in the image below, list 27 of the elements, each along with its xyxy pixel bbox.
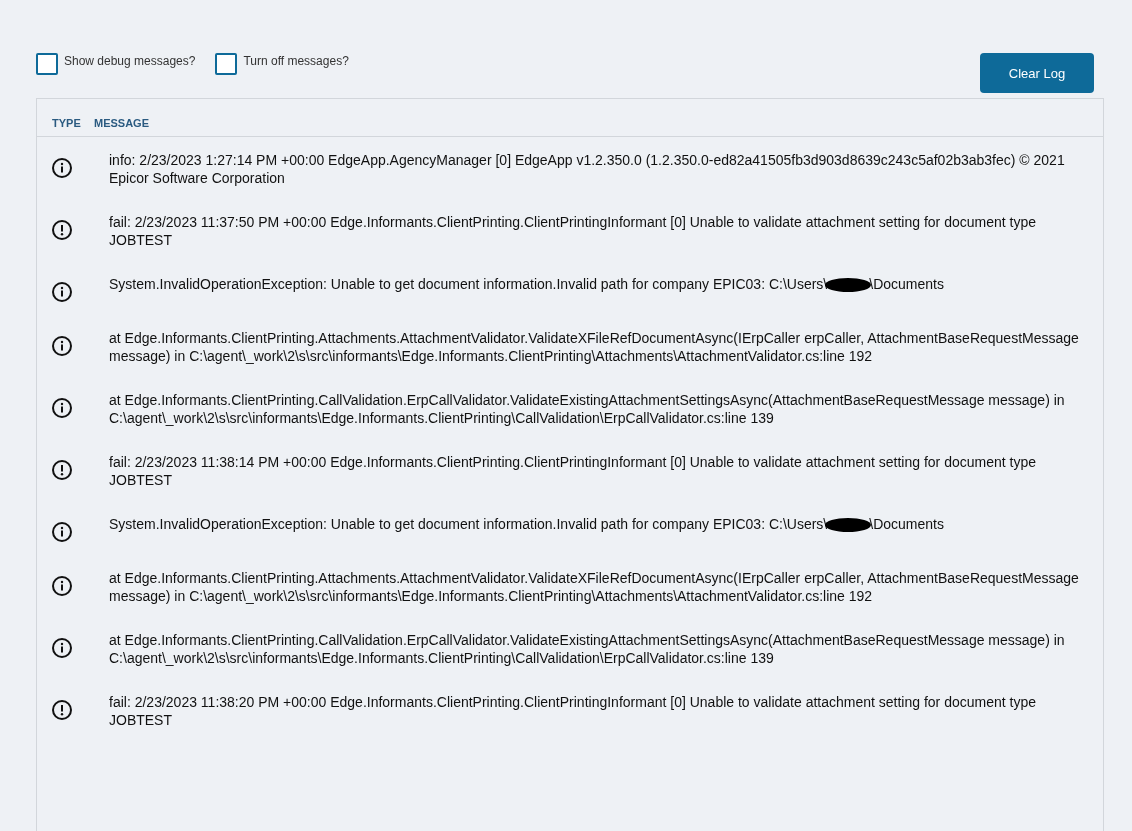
log-message: fail: 2/23/2023 11:37:50 PM +00:00 Edge.Informants.ClientPrinting.ClientPrintingInformant [0] Unable to validate attachment setting for document type JOBTEST	[109, 213, 1037, 249]
log-message: at Edge.Informants.ClientPrinting.CallValidation.ErpCallValidator.ValidateExistingAttachmentSettingsAsync(AttachmentBaseRequestMessage message) in C:\agent\_work\2\s\src\informants\Edge.Informants.ClientPrinting\CallValidation\ErpCallValidator.cs:line 139	[109, 631, 1066, 667]
log-message: fail: 2/23/2023 11:38:20 PM +00:00 Edge.Informants.ClientPrinting.ClientPrintingInformant [0] Unable to validate attachment setting for document type JOBTEST	[109, 693, 1037, 729]
log-message: fail: 2/23/2023 11:38:14 PM +00:00 Edge.Informants.ClientPrinting.ClientPrintingInformant [0] Unable to validate attachment setting for document type JOBTEST	[109, 453, 1037, 489]
info-icon	[51, 575, 73, 597]
log-message: System.InvalidOperationException: Unable to get document information.Invalid path for company EPIC03: C:\Users\ \Documents	[109, 515, 945, 534]
checkbox[interactable]	[215, 53, 238, 75]
info-icon	[51, 637, 73, 659]
checkbox-label: Turn off messages?	[243, 54, 349, 68]
exclamation-icon	[51, 219, 73, 241]
column-header: MESSAGE	[94, 117, 149, 129]
log-message: at Edge.Informants.ClientPrinting.Attachments.AttachmentValidator.ValidateXFileRefDocumentAsync(IErpCaller erpCaller, AttachmentBaseRequestMessage message) in C:\agent\_work\2\s\src\informants\Edge.Informants.ClientPrinting\Attachments\AttachmentValidator.cs:line 192	[109, 569, 1080, 605]
log-message: info: 2/23/2023 1:27:14 PM +00:00 EdgeApp.AgencyManager [0] EdgeApp v1.2.350.0 (1.2.350.0-ed82a41505fb3d903d8639c243c5af02b3ab3fec) © 2021 Epicor Software Corporation	[109, 151, 1066, 187]
exclamation-icon	[51, 459, 73, 481]
info-icon	[51, 335, 73, 357]
info-icon	[51, 281, 73, 303]
column-header: TYPE	[51, 117, 82, 129]
exclamation-icon	[51, 699, 73, 721]
info-icon	[51, 397, 73, 419]
log-message: at Edge.Informants.ClientPrinting.Attachments.AttachmentValidator.ValidateXFileRefDocumentAsync(IErpCaller erpCaller, AttachmentBaseRequestMessage message) in C:\agent\_work\2\s\src\informants\Edge.Informants.ClientPrinting\Attachments\AttachmentValidator.cs:line 192	[109, 329, 1080, 365]
clear-log-button[interactable]: Clear Log	[980, 53, 1094, 93]
log-message: System.InvalidOperationException: Unable to get document information.Invalid path for company EPIC03: C:\Users\ \Documents	[109, 275, 945, 294]
checkbox[interactable]	[36, 53, 58, 75]
info-icon	[51, 521, 73, 543]
info-icon	[51, 157, 73, 179]
log-message: at Edge.Informants.ClientPrinting.CallValidation.ErpCallValidator.ValidateExistingAttachmentSettingsAsync(AttachmentBaseRequestMessage message) in C:\agent\_work\2\s\src\informants\Edge.Informants.ClientPrinting\CallValidation\ErpCallValidator.cs:line 139	[109, 391, 1066, 427]
checkbox-label: Show debug messages?	[64, 54, 196, 68]
